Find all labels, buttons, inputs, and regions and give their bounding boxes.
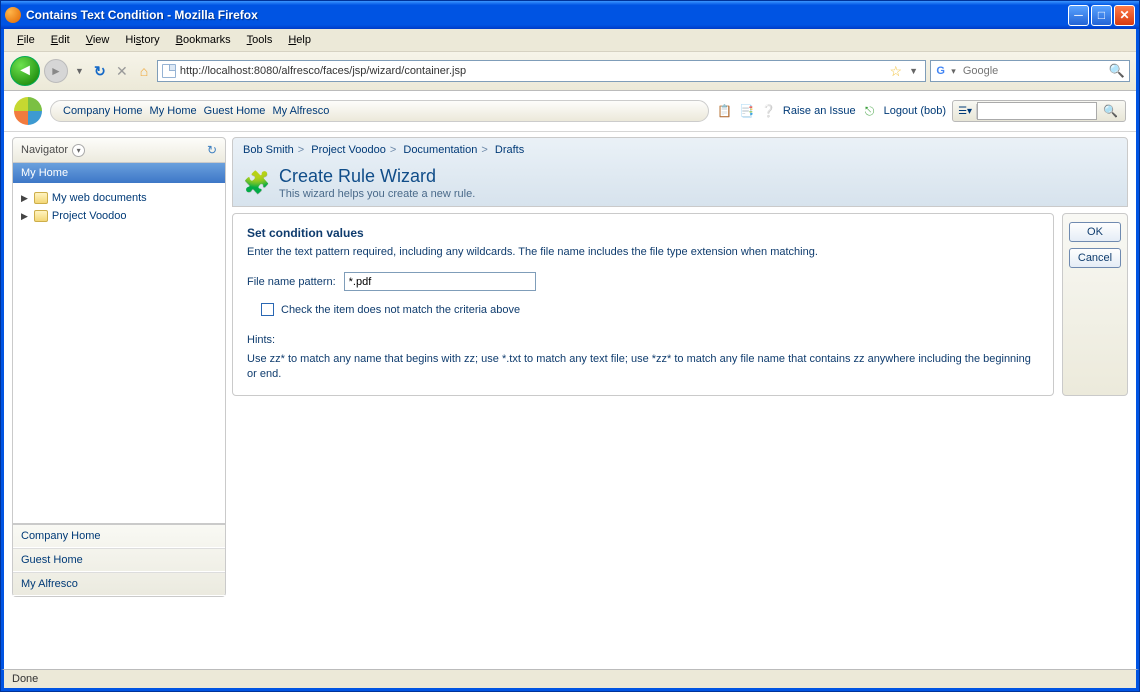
menu-view[interactable]: View <box>79 31 117 49</box>
browser-toolbar: ◄ ► ▼ ↻ ✕ ⌂ ☆ ▼ G ▾ 🔍 <box>4 52 1136 91</box>
menu-tools[interactable]: Tools <box>240 31 280 49</box>
app-search-input[interactable] <box>977 102 1097 120</box>
search-input[interactable] <box>963 65 1105 77</box>
menu-history[interactable]: History <box>118 31 166 49</box>
crumb-bob-smith[interactable]: Bob Smith <box>243 144 294 156</box>
action-buttons: OK Cancel <box>1062 213 1128 396</box>
window-title: Contains Text Condition - Mozilla Firefo… <box>26 8 1068 22</box>
nav-my-alfresco[interactable]: My Alfresco <box>272 105 329 117</box>
invert-match-label: Check the item does not match the criter… <box>281 304 520 316</box>
menu-bookmarks[interactable]: Bookmarks <box>169 31 238 49</box>
condition-form: Set condition values Enter the text patt… <box>232 213 1054 396</box>
app-search-go-icon[interactable]: 🔍 <box>1097 104 1124 118</box>
url-bar[interactable]: ☆ ▼ <box>157 60 926 82</box>
quick-link-guest-home[interactable]: Guest Home <box>13 548 225 572</box>
app-search: ☰▾ 🔍 <box>952 100 1126 122</box>
wizard-icon: 🧩 <box>243 169 271 197</box>
pattern-label: File name pattern: <box>247 276 336 288</box>
hints-text: Use zz* to match any name that begins wi… <box>247 352 1039 383</box>
invert-match-checkbox[interactable] <box>261 303 274 316</box>
main-header: Bob Smith> Project Voodoo> Documentation… <box>232 137 1128 207</box>
app-primary-nav: Company Home My Home Guest Home My Alfre… <box>50 100 709 122</box>
crumb-project-voodoo[interactable]: Project Voodoo <box>311 144 386 156</box>
search-engine-dropdown[interactable]: ▾ <box>948 66 959 77</box>
url-input[interactable] <box>180 65 886 77</box>
nav-my-home[interactable]: My Home <box>150 105 197 117</box>
navigator-refresh-icon[interactable]: ↻ <box>207 143 217 157</box>
breadcrumb: Bob Smith> Project Voodoo> Documentation… <box>243 144 1117 156</box>
url-dropdown[interactable]: ▼ <box>906 66 921 76</box>
ok-button[interactable]: OK <box>1069 222 1121 242</box>
section-title: Set condition values <box>247 226 1039 240</box>
crumb-drafts[interactable]: Drafts <box>495 144 524 156</box>
status-text: Done <box>12 673 38 685</box>
tree-item-project-voodoo[interactable]: ▶ Project Voodoo <box>17 207 221 225</box>
folder-icon <box>34 210 48 222</box>
window-titlebar: Contains Text Condition - Mozilla Firefo… <box>1 1 1139 29</box>
wizard-title: Create Rule Wizard <box>279 166 475 187</box>
reload-icon[interactable]: ↻ <box>91 62 109 80</box>
nav-guest-home[interactable]: Guest Home <box>204 105 266 117</box>
bookmark-star-icon[interactable]: ☆ <box>890 63 903 80</box>
search-options-icon[interactable]: ☰▾ <box>954 104 977 119</box>
firefox-icon <box>5 7 21 23</box>
quick-link-my-alfresco[interactable]: My Alfresco <box>13 572 225 596</box>
tree-item-web-documents[interactable]: ▶ My web documents <box>17 189 221 207</box>
stop-icon[interactable]: ✕ <box>113 62 131 80</box>
app-header: Company Home My Home Guest Home My Alfre… <box>4 91 1136 132</box>
section-description: Enter the text pattern required, includi… <box>247 246 1039 258</box>
raise-issue-link[interactable]: Raise an Issue <box>783 105 856 117</box>
tree-item-label: My web documents <box>52 192 147 204</box>
cancel-button[interactable]: Cancel <box>1069 248 1121 268</box>
navigator-tree: ▶ My web documents ▶ Project Voodoo <box>13 183 225 523</box>
nav-company-home[interactable]: Company Home <box>63 105 142 117</box>
hints-title: Hints: <box>247 334 1039 346</box>
navigator-dropdown-icon[interactable]: ▾ <box>72 144 85 157</box>
close-button[interactable]: ✕ <box>1114 5 1135 26</box>
navigator-panel: Navigator ▾ ↻ My Home ▶ My web documents… <box>12 137 226 597</box>
file-name-pattern-input[interactable] <box>344 272 536 291</box>
navigator-current-location[interactable]: My Home <box>13 163 225 183</box>
forward-button[interactable]: ► <box>44 59 68 83</box>
clipboard-icon[interactable]: 📋 <box>717 103 733 119</box>
status-bar: Done <box>1 669 1139 691</box>
alfresco-logo-icon <box>14 97 42 125</box>
logout-link[interactable]: Logout (bob) <box>884 105 946 117</box>
menu-help[interactable]: Help <box>281 31 318 49</box>
menubar: File Edit View History Bookmarks Tools H… <box>4 29 1136 52</box>
navigator-title: Navigator <box>21 144 68 156</box>
search-go-icon[interactable]: 🔍 <box>1109 63 1125 79</box>
expand-icon[interactable]: ▶ <box>21 211 28 222</box>
menu-edit[interactable]: Edit <box>44 31 77 49</box>
help-icon[interactable]: ❔ <box>761 103 777 119</box>
history-dropdown[interactable]: ▼ <box>72 66 87 76</box>
maximize-button[interactable]: □ <box>1091 5 1112 26</box>
quick-link-company-home[interactable]: Company Home <box>13 525 225 548</box>
back-button[interactable]: ◄ <box>10 56 40 86</box>
menu-file[interactable]: File <box>10 31 42 49</box>
shelf-icon[interactable]: 📑 <box>739 103 755 119</box>
google-icon[interactable]: G <box>935 64 946 78</box>
tree-item-label: Project Voodoo <box>52 210 127 222</box>
minimize-button[interactable]: ─ <box>1068 5 1089 26</box>
page-icon <box>162 64 176 78</box>
wizard-subtitle: This wizard helps you create a new rule. <box>279 188 475 200</box>
logout-icon[interactable]: ⎋ <box>862 103 878 119</box>
search-bar[interactable]: G ▾ 🔍 <box>930 60 1130 82</box>
crumb-documentation[interactable]: Documentation <box>403 144 477 156</box>
home-icon[interactable]: ⌂ <box>135 62 153 80</box>
expand-icon[interactable]: ▶ <box>21 193 28 204</box>
navigator-quick-links: Company Home Guest Home My Alfresco <box>13 523 225 596</box>
folder-icon <box>34 192 48 204</box>
